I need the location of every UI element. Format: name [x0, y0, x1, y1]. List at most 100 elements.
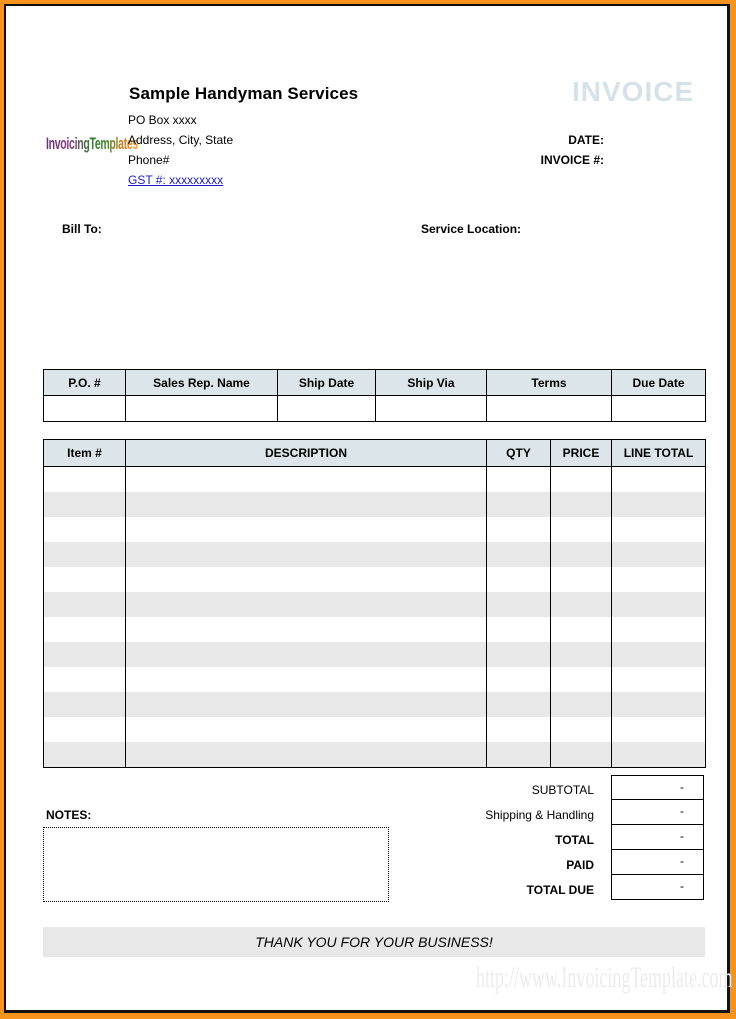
- price-cell[interactable]: [550, 567, 612, 592]
- price-cell[interactable]: [550, 692, 612, 717]
- description-cell[interactable]: [125, 592, 487, 617]
- description-cell[interactable]: [125, 466, 487, 492]
- total-due-value[interactable]: -: [611, 875, 704, 900]
- invoice-number-field[interactable]: [610, 151, 700, 169]
- po-number-header: P.O. #: [43, 369, 126, 396]
- line-total-cell[interactable]: [611, 466, 706, 492]
- item-number-cell[interactable]: [43, 692, 126, 717]
- thank-you-banner: THANK YOU FOR YOUR BUSINESS!: [43, 927, 705, 957]
- po-number-cell[interactable]: [43, 395, 126, 422]
- price-cell[interactable]: [550, 517, 612, 542]
- line-total-cell[interactable]: [611, 542, 706, 567]
- qty-cell[interactable]: [486, 717, 551, 742]
- price-cell[interactable]: [550, 542, 612, 567]
- terms-cell[interactable]: [486, 395, 612, 422]
- description-cell[interactable]: [125, 567, 487, 592]
- description-cell[interactable]: [125, 717, 487, 742]
- due-date-cell[interactable]: [611, 395, 706, 422]
- line-total-cell[interactable]: [611, 567, 706, 592]
- description-cell[interactable]: [125, 642, 487, 667]
- line-total-cell[interactable]: [611, 667, 706, 692]
- price-cell[interactable]: [550, 742, 612, 768]
- line-total-cell[interactable]: [611, 617, 706, 642]
- bill-to-label: Bill To:: [62, 222, 102, 236]
- price-cell[interactable]: [550, 717, 612, 742]
- item-number-cell[interactable]: [43, 667, 126, 692]
- description-cell[interactable]: [125, 692, 487, 717]
- description-header: DESCRIPTION: [125, 439, 487, 467]
- shipping-handling-value[interactable]: -: [611, 800, 704, 825]
- gst-link[interactable]: GST #: xxxxxxxxx: [128, 173, 223, 187]
- order-info-value-row: [43, 395, 706, 422]
- line-total-cell[interactable]: [611, 592, 706, 617]
- description-cell[interactable]: [125, 542, 487, 567]
- item-number-cell[interactable]: [43, 592, 126, 617]
- line-total-cell[interactable]: [611, 517, 706, 542]
- line-item-row: [43, 717, 706, 742]
- paid-value[interactable]: -: [611, 850, 704, 875]
- terms-header: Terms: [486, 369, 612, 396]
- item-number-cell[interactable]: [43, 617, 126, 642]
- item-number-cell[interactable]: [43, 492, 126, 517]
- shipping-handling-label: Shipping & Handling: [485, 808, 594, 822]
- line-total-cell[interactable]: [611, 717, 706, 742]
- subtotal-value[interactable]: -: [611, 775, 704, 800]
- date-field[interactable]: [610, 131, 700, 149]
- sales-rep-cell[interactable]: [125, 395, 278, 422]
- line-total-cell[interactable]: [611, 692, 706, 717]
- description-cell[interactable]: [125, 617, 487, 642]
- bill-to-field[interactable]: [62, 242, 362, 342]
- invoice-number-label: INVOICE #:: [540, 153, 604, 167]
- line-total-cell[interactable]: [611, 742, 706, 768]
- invoice-title: INVOICE: [572, 76, 695, 107]
- qty-header: QTY: [486, 439, 551, 467]
- qty-cell[interactable]: [486, 542, 551, 567]
- price-cell[interactable]: [550, 492, 612, 517]
- line-total-cell[interactable]: [611, 492, 706, 517]
- line-total-cell[interactable]: [611, 642, 706, 667]
- price-cell[interactable]: [550, 667, 612, 692]
- qty-cell[interactable]: [486, 642, 551, 667]
- line-items-table: Item # DESCRIPTION QTY PRICE LINE TOTAL: [43, 439, 706, 768]
- line-item-row: [43, 617, 706, 642]
- ship-date-cell[interactable]: [277, 395, 376, 422]
- notes-field[interactable]: [43, 827, 389, 902]
- price-cell[interactable]: [550, 466, 612, 492]
- qty-cell[interactable]: [486, 517, 551, 542]
- line-item-row: [43, 542, 706, 567]
- qty-cell[interactable]: [486, 692, 551, 717]
- sales-rep-header: Sales Rep. Name: [125, 369, 278, 396]
- qty-cell[interactable]: [486, 567, 551, 592]
- qty-cell[interactable]: [486, 466, 551, 492]
- company-name: Sample Handyman Services: [129, 84, 359, 103]
- total-value[interactable]: -: [611, 825, 704, 850]
- qty-cell[interactable]: [486, 742, 551, 768]
- description-cell[interactable]: [125, 667, 487, 692]
- line-item-row: [43, 517, 706, 542]
- qty-cell[interactable]: [486, 667, 551, 692]
- item-number-cell[interactable]: [43, 517, 126, 542]
- qty-cell[interactable]: [486, 617, 551, 642]
- ship-via-cell[interactable]: [375, 395, 487, 422]
- item-number-cell[interactable]: [43, 742, 126, 768]
- item-number-cell[interactable]: [43, 542, 126, 567]
- qty-cell[interactable]: [486, 592, 551, 617]
- price-cell[interactable]: [550, 642, 612, 667]
- item-number-cell[interactable]: [43, 642, 126, 667]
- ship-via-header: Ship Via: [375, 369, 487, 396]
- price-cell[interactable]: [550, 617, 612, 642]
- address-line-po-box: PO Box xxxx: [128, 113, 197, 127]
- item-number-cell[interactable]: [43, 717, 126, 742]
- description-cell[interactable]: [125, 742, 487, 768]
- description-cell[interactable]: [125, 492, 487, 517]
- line-item-row: [43, 692, 706, 717]
- service-location-field[interactable]: [421, 242, 701, 342]
- price-header: PRICE: [550, 439, 612, 467]
- qty-cell[interactable]: [486, 492, 551, 517]
- description-cell[interactable]: [125, 517, 487, 542]
- item-number-cell[interactable]: [43, 567, 126, 592]
- price-cell[interactable]: [550, 592, 612, 617]
- address-line-phone: Phone#: [128, 153, 170, 167]
- item-number-header: Item #: [43, 439, 126, 467]
- item-number-cell[interactable]: [43, 466, 126, 492]
